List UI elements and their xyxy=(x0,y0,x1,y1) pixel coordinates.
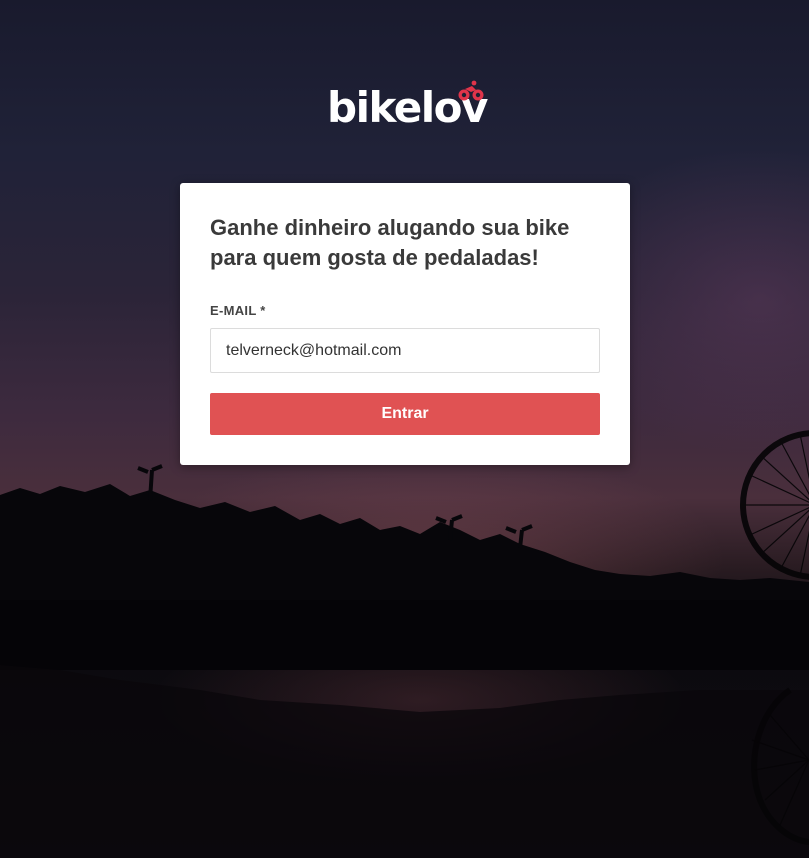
email-field[interactable] xyxy=(211,329,586,372)
cyclist-icon xyxy=(458,80,484,101)
email-label: E-MAIL * xyxy=(210,303,266,318)
brand-logo[interactable]: bikelov xyxy=(327,80,497,136)
bicycle-wheel xyxy=(740,430,809,580)
login-card: Ganhe dinheiro alugando sua bike para qu… xyxy=(180,183,630,465)
login-page: bikelov Ganhe dinheiro alugando sua bike… xyxy=(0,0,809,858)
email-field-container[interactable] xyxy=(210,328,600,373)
dark-ground xyxy=(0,600,809,670)
enter-button[interactable]: Entrar xyxy=(210,393,600,435)
card-headline: Ganhe dinheiro alugando sua bike para qu… xyxy=(210,215,570,270)
water-reflection xyxy=(0,665,809,858)
